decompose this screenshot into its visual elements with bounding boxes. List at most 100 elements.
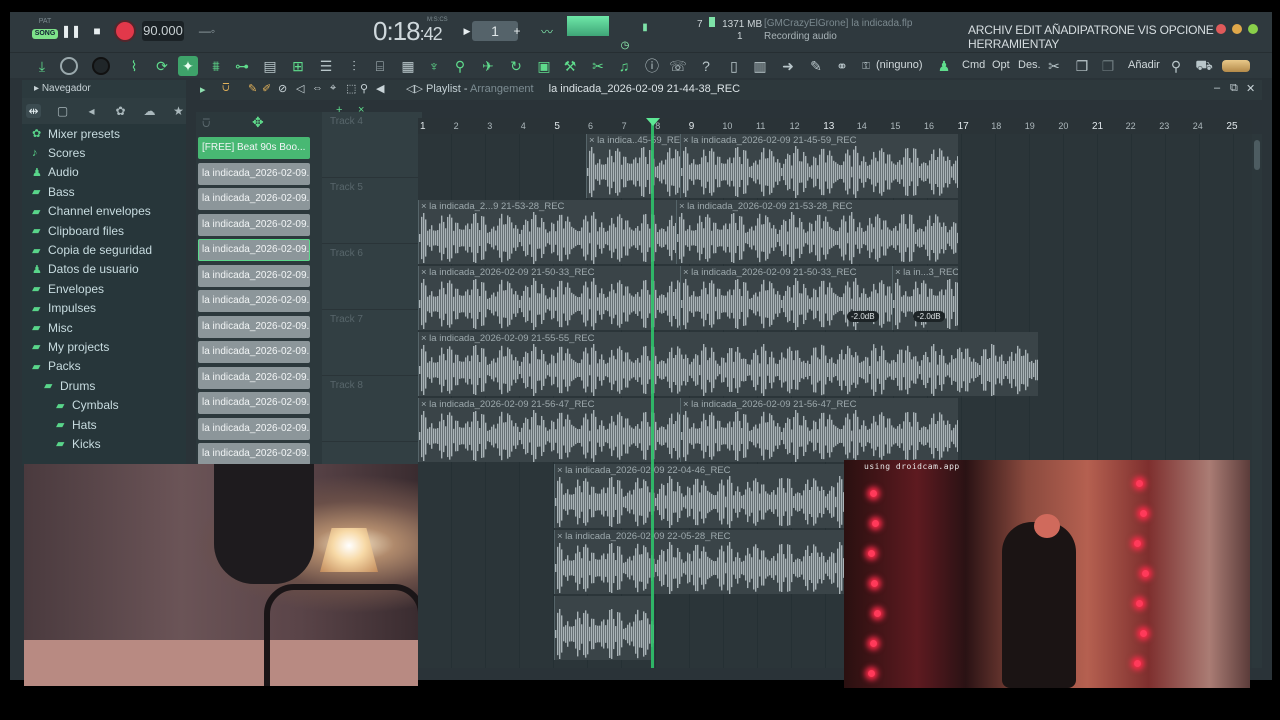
plugin-picker-icon[interactable]: ♆ [424,56,444,76]
paint-tool-icon[interactable]: ✐ [262,82,271,95]
cmd-button[interactable]: Cmd [962,59,985,71]
help-icon[interactable]: ? [696,56,716,76]
magnet-icon[interactable]: ⩂ [222,82,230,95]
star-tab-icon[interactable]: ★ [171,104,186,118]
mic-icon[interactable]: ♫ [614,56,634,76]
browser-item[interactable]: ▰ Kicks [22,434,186,453]
arrangement-icon[interactable]: ◁▷ [406,82,423,95]
clip-source-item[interactable]: la indicada_2026-02-09... [198,417,310,440]
opt-button[interactable]: Opt [992,59,1010,71]
wait-input-icon[interactable]: ⊶ [232,56,252,76]
metronome-icon[interactable]: ⩩ [206,56,226,76]
browse-all-tab-icon[interactable]: ⇹ [26,104,41,118]
fx-icon[interactable]: ✈ [478,56,498,76]
add-pattern-button[interactable]: + [506,20,528,42]
clip-source-item[interactable]: la indicada_2026-02-09... [198,264,310,287]
add-button[interactable]: Añadir [1128,59,1160,71]
stop-button[interactable]: ■ [86,20,108,42]
scissors-icon[interactable]: ✂ [1044,56,1064,76]
news-panel-button[interactable] [1222,60,1250,72]
recording-mode-icon[interactable]: ✦ [178,56,198,76]
clip-source-item[interactable]: la indicada_2026-02-09... [198,290,310,312]
clip-source-item[interactable]: la indicada_2026-02-09... [198,392,310,414]
clip-source-item[interactable]: la indicada_2026-02-09... [198,366,310,389]
info-icon[interactable]: ⓘ [642,56,662,76]
audio-clip[interactable] [554,596,654,660]
move-icon[interactable]: ✥ [252,114,264,131]
delete-tool-icon[interactable]: ⊘ [278,82,287,95]
paste-icon[interactable]: ❐ [1098,56,1118,76]
browser-item[interactable]: ♪ Scores [22,143,186,162]
playlist-icon[interactable]: ☰ [316,56,336,76]
browser-icon[interactable]: ▦ [398,56,418,76]
browser-item[interactable]: ▰ Copia de seguridad [22,240,186,259]
loop-record-icon[interactable]: ⟳ [152,56,172,76]
render-icon[interactable]: ⚒ [560,56,580,76]
track-header[interactable]: Track 4 [322,112,422,178]
browser-item[interactable]: ▰ Channel envelopes [22,202,186,221]
clip-source-item[interactable]: la indicada_2026-02-09... [198,162,310,185]
clip-source-item[interactable]: la indicada_2026-02-09... [198,315,310,338]
maximize-dot-icon[interactable] [1248,24,1258,34]
mixer-icon[interactable]: ⫶ [344,56,364,76]
audio-clip[interactable]: × la indicada_2026-02-09 21-45-59_REC [680,134,958,198]
track-header[interactable]: Track 8 [322,376,422,442]
pin-icon[interactable]: ⚲ [1166,56,1186,76]
collapse-icon[interactable]: ▸ [34,83,42,94]
browser-item[interactable]: ▰ Impulses [22,299,186,318]
minimize-dot-icon[interactable] [1232,24,1242,34]
zoom-tool-icon[interactable]: ⚲ [360,82,368,95]
browser-item[interactable]: ▰ Envelopes [22,279,186,298]
browser-item[interactable]: ✿ Mixer presets [22,124,186,143]
clip-source-item[interactable]: la indicada_2026-02-09... [198,213,310,236]
master-pitch-slider[interactable]: —◦ [196,20,218,42]
scrollbar-thumb[interactable] [1254,140,1260,170]
link-icon[interactable]: ⚭ [832,56,852,76]
clip-source-item[interactable]: [FREE] Beat 90s Boo... [198,137,310,159]
download-icon[interactable]: ⤓ [32,56,52,76]
audio-clip[interactable]: × la indicada_2026-02-09 22-04-46_REC [554,464,854,528]
record-button[interactable] [116,22,134,40]
browser-item[interactable]: ▰ Clipboard files [22,221,186,240]
minimize-icon[interactable]: – [1214,82,1220,94]
vertical-scrollbar[interactable] [1252,134,1262,668]
browser-item[interactable]: ▰ Misc [22,318,186,337]
audio-clip[interactable]: × la indicada_2026-02-09 21-50-33_REC -2.… [680,266,892,330]
track-header[interactable]: Track 6 [322,244,422,310]
snap-left-icon[interactable]: ⩂ [202,116,210,131]
audio-clip[interactable]: × la indicada_2026-02-09 21-56-47_REC [680,398,958,462]
files-tab-icon[interactable]: ▢ [55,104,70,118]
select-tool-icon[interactable]: ⬚ [346,82,356,95]
pen-icon[interactable]: ✎ [806,56,826,76]
cart-icon[interactable]: ⛟ [1194,56,1214,76]
tempo-display[interactable]: 90.000 [142,21,184,41]
browser-item[interactable]: ♟ Datos de usuario [22,260,186,279]
save-icon[interactable]: ▣ [534,56,554,76]
close-icon[interactable]: ✕ [1246,82,1255,95]
cloud-tab-icon[interactable]: ☁ [142,104,157,118]
browser-item[interactable]: ▰ Packs [22,357,186,376]
browser-item[interactable]: ▰ Cymbals [22,395,186,414]
chat-icon[interactable]: ☏ [668,56,688,76]
menu-arrow-icon[interactable]: ▸ [200,83,206,96]
keyboard-icon[interactable]: ▥ [750,56,770,76]
clip-source-item[interactable]: la indicada_2026-02-09... [198,443,310,465]
audio-clip[interactable]: × la in...3_REC -2.0dB [892,266,958,330]
audio-clip[interactable]: × la indicada_2026-02-09 21-53-28_REC [676,200,958,264]
audio-clip[interactable]: × la indicada_2...9 21-53-28_REC [418,200,676,264]
pat-song-toggle[interactable]: PAT SONG [32,18,58,44]
audio-clip[interactable]: × la indicada_2026-02-09 21-55-55_REC [418,332,1038,396]
tablet-icon[interactable]: ▯ [724,56,744,76]
slice-tool-icon[interactable]: ⌖ [330,82,336,95]
main-pitch-knob[interactable] [92,57,110,75]
track-header[interactable]: Track 7 [322,310,422,376]
slip-tool-icon[interactable]: ⇔ [312,82,323,94]
mute-tool-icon[interactable]: ◁ [296,82,304,95]
restore-icon[interactable]: ⧉ [1230,82,1238,95]
pencil-tool-icon[interactable]: ✎ [248,82,257,95]
audio-clip[interactable]: × la indica..45-59_REC [586,134,680,198]
audio-clip[interactable]: × la indicada_2026-02-09 21-56-47_REC [418,398,680,462]
clip-source-item[interactable]: la indicada_2026-02-09... [198,341,310,363]
audio-clip[interactable]: × la indicada_2026-02-09 22-05-28_REC [554,530,854,594]
playback-tool-icon[interactable]: ◀ [376,82,384,95]
